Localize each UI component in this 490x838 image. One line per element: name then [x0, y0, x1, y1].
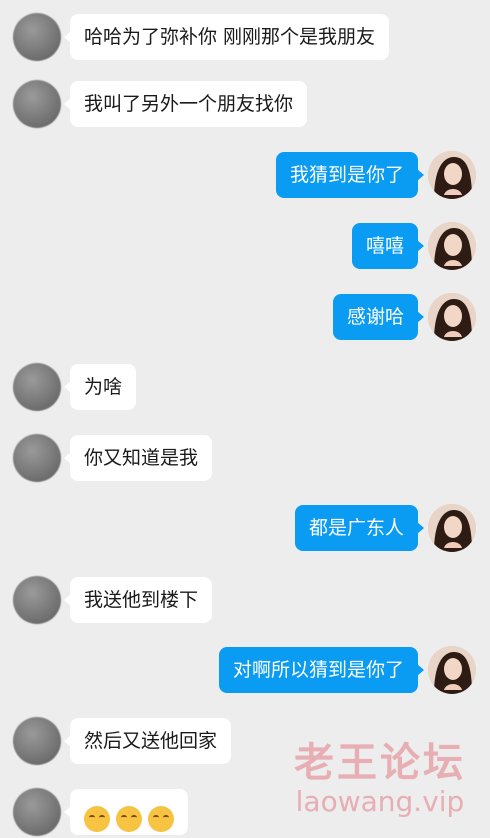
emoji-message-bubble[interactable] — [64, 789, 188, 835]
my-avatar[interactable] — [428, 222, 476, 270]
message-bubble[interactable]: 我送他到楼下 — [63, 577, 213, 623]
message-bubble[interactable]: 都是广东人 — [294, 505, 425, 551]
watermark-url: laowang.vip — [295, 785, 465, 818]
contact-avatar[interactable] — [13, 434, 61, 482]
message-bubble[interactable]: 我猜到是你了 — [275, 152, 425, 198]
message-bubble[interactable]: 我叫了另外一个朋友找你 — [63, 81, 308, 127]
contact-avatar[interactable] — [13, 363, 61, 411]
smile-emoji-icon — [116, 806, 142, 832]
message-bubble[interactable]: 你又知道是我 — [63, 435, 213, 481]
message-row-incoming: 哈哈为了弥补你 刚刚那个是我朋友 — [0, 13, 490, 63]
message-bubble[interactable]: 感谢哈 — [332, 294, 425, 340]
message-bubble[interactable]: 哈哈为了弥补你 刚刚那个是我朋友 — [63, 14, 390, 60]
message-row-outgoing: 我猜到是你了 — [0, 151, 490, 201]
my-avatar[interactable] — [428, 293, 476, 341]
contact-avatar[interactable] — [13, 788, 61, 836]
watermark-title: 老王论坛 — [294, 740, 466, 786]
message-bubble[interactable]: 嘻嘻 — [351, 223, 425, 269]
message-row-outgoing: 都是广东人 — [0, 504, 490, 554]
my-avatar[interactable] — [428, 151, 476, 199]
contact-avatar[interactable] — [13, 13, 61, 61]
my-avatar[interactable] — [428, 504, 476, 552]
contact-avatar[interactable] — [13, 717, 61, 765]
message-bubble[interactable]: 为啥 — [63, 364, 137, 410]
message-row-incoming: 你又知道是我 — [0, 434, 490, 484]
chat-thread: 哈哈为了弥补你 刚刚那个是我朋友 我叫了另外一个朋友找你 我猜到是你了 嘻嘻 感… — [0, 0, 490, 836]
my-avatar[interactable] — [428, 646, 476, 694]
message-bubble[interactable]: 对啊所以猜到是你了 — [218, 647, 425, 693]
message-row-incoming: 为啥 — [0, 363, 490, 413]
message-bubble[interactable]: 然后又送他回家 — [63, 718, 232, 764]
message-row-outgoing: 对啊所以猜到是你了 — [0, 646, 490, 696]
message-row-outgoing: 嘻嘻 — [0, 222, 490, 272]
watermark: 老王论坛 laowang.vip — [294, 740, 466, 818]
contact-avatar[interactable] — [13, 576, 61, 624]
smile-emoji-icon — [84, 806, 110, 832]
message-row-outgoing: 感谢哈 — [0, 293, 490, 343]
message-row-incoming: 我送他到楼下 — [0, 576, 490, 626]
contact-avatar[interactable] — [13, 80, 61, 128]
message-row-incoming: 我叫了另外一个朋友找你 — [0, 80, 490, 130]
smile-emoji-icon — [148, 806, 174, 832]
